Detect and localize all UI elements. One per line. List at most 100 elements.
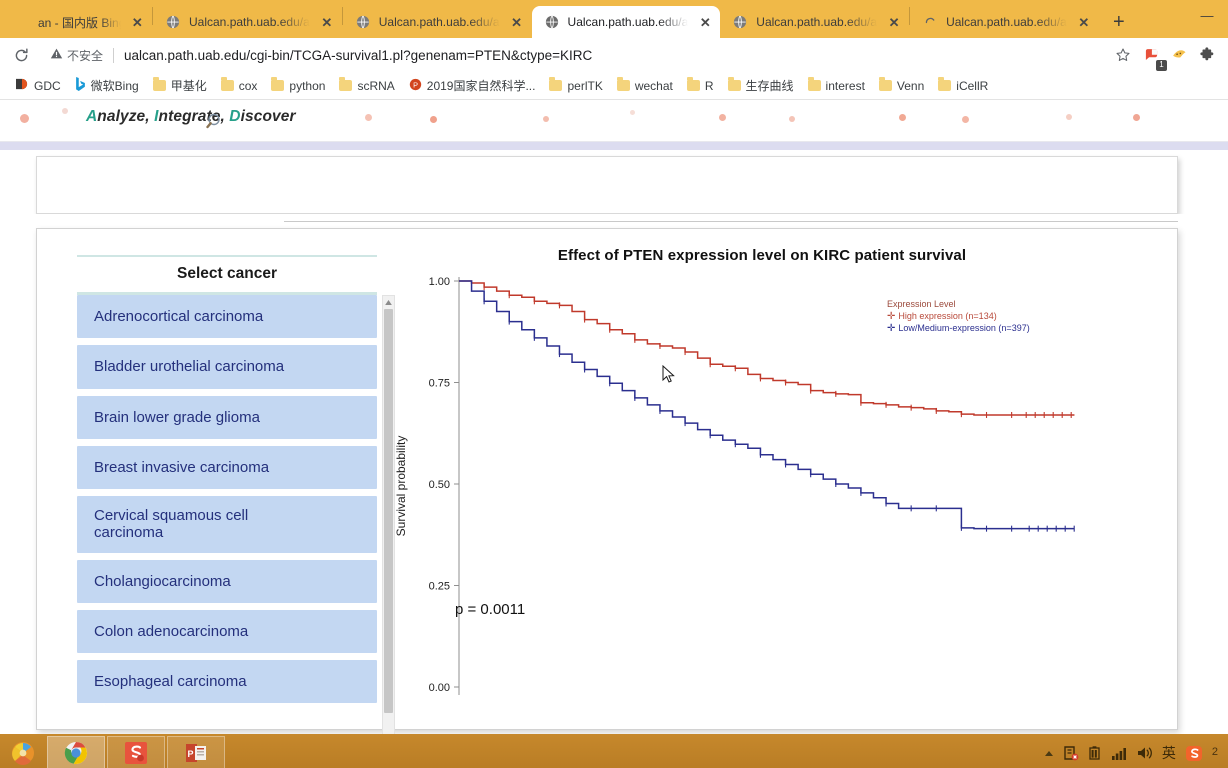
minimize-button[interactable]: — (1192, 2, 1222, 28)
security-label: 不安全 (67, 48, 104, 63)
bookmark-folder-jihuahua[interactable]: 甲基化 (146, 74, 214, 97)
taskbar-app-snagit[interactable] (107, 736, 165, 768)
cancer-list: Adrenocortical carcinoma Bladder urothel… (77, 295, 395, 734)
network-error-icon[interactable] (1063, 745, 1079, 761)
decoration-dot (365, 114, 372, 121)
tab-title: Ualcan.path.uab.edu/a (946, 15, 1067, 29)
svg-text:0.75: 0.75 (429, 378, 450, 390)
tagline-d: D (229, 108, 241, 125)
bookmark-folder-scrna[interactable]: scRNA (332, 76, 401, 96)
panel-divider (0, 214, 1228, 228)
decoration-dot (62, 108, 68, 114)
tab-close-icon[interactable]: ✕ (510, 15, 524, 29)
bookmark-label: Venn (896, 78, 925, 93)
ime-chinese-icon[interactable]: 英 (1162, 743, 1176, 763)
bookmark-label: python (289, 78, 326, 93)
taskbar-clock[interactable]: 2 (1212, 747, 1218, 759)
taskbar-app-chrome[interactable] (47, 736, 105, 768)
svg-text:0.25: 0.25 (429, 581, 450, 593)
svg-text:P: P (187, 749, 193, 759)
windows-start-icon[interactable] (0, 734, 46, 768)
folder-icon (616, 77, 630, 91)
extensions-puzzle-icon[interactable] (1194, 42, 1220, 68)
bookmark-star-icon[interactable] (1110, 42, 1136, 68)
bookmark-folder-wechat[interactable]: wechat (610, 76, 680, 96)
tab-close-icon[interactable]: ✕ (131, 15, 144, 29)
browser-tab[interactable]: Ualcan.path.uab.edu/a ✕ (720, 6, 910, 38)
sogou-icon[interactable] (1185, 745, 1203, 762)
bookmark-folder-venn[interactable]: Venn (872, 76, 931, 96)
legend-entry-low: ✛ Low/Medium-expression (n=397) (887, 323, 1030, 335)
browser-tab[interactable]: Ualcan.path.uab.edu/a ✕ (910, 6, 1099, 38)
tab-close-icon[interactable]: ✕ (1077, 15, 1091, 29)
bookmark-label: 甲基化 (170, 79, 207, 93)
taskbar-app-powerpoint[interactable]: P (167, 736, 225, 768)
browser-window: an - 国内版 Bing ✕ Ualcan.path.uab.edu/a ✕ … (0, 0, 1228, 768)
battery-icon[interactable] (1088, 746, 1103, 760)
signal-bars-icon[interactable] (1111, 747, 1128, 760)
bookmark-folder-r[interactable]: R (680, 76, 721, 96)
tagline-nalyze: nalyze, (97, 108, 155, 125)
bookmark-folder-survival-curve[interactable]: 生存曲线 (721, 74, 801, 97)
globe-icon (732, 14, 748, 30)
security-warning[interactable]: 不安全 (50, 47, 103, 64)
p-value-annotation: p = 0.0011 (455, 601, 526, 618)
reload-icon[interactable] (8, 42, 34, 68)
bookmark-folder-python[interactable]: python (264, 76, 332, 96)
tagline-a: A (86, 108, 98, 125)
address-bar[interactable]: 不安全 ualcan.path.uab.edu/cgi-bin/TCGA-sur… (40, 42, 1104, 68)
windows-taskbar: P 英 2 (0, 734, 1228, 768)
cancer-item-colon[interactable]: Colon adenocarcinoma (77, 609, 377, 653)
volume-icon[interactable] (1137, 746, 1153, 760)
bookmark-folder-icellr[interactable]: iCellR (931, 76, 995, 96)
header-accent-band (0, 142, 1228, 150)
y-axis-label-group: Survival probability (394, 436, 408, 537)
powerpoint-icon: P (409, 78, 422, 94)
browser-toolbar: 不安全 ualcan.path.uab.edu/cgi-bin/TCGA-sur… (0, 38, 1228, 72)
browser-tab[interactable]: Ualcan.path.uab.edu/a ✕ (342, 6, 532, 38)
tab-title: Ualcan.path.uab.edu/a (756, 15, 878, 29)
decoration-dot (789, 116, 795, 122)
bookmark-label: interest (825, 78, 865, 93)
bookmark-2019-nsfc[interactable]: P 2019国家自然科学... (402, 74, 543, 97)
extension-icon-1[interactable]: 1 (1138, 42, 1167, 71)
cancer-item-esophageal[interactable]: Esophageal carcinoma (77, 660, 377, 704)
cancer-item-breast[interactable]: Breast invasive carcinoma (77, 445, 377, 489)
decoration-dot (630, 110, 635, 115)
legend-marker-low: ✛ (887, 322, 896, 334)
cancer-item-adrenocortical[interactable]: Adrenocortical carcinoma (77, 295, 377, 339)
bookmark-bing[interactable]: 微软Bing (68, 74, 146, 97)
decoration-dot (1133, 114, 1140, 121)
folder-icon (938, 77, 952, 91)
chart-legend: Expression Level ✛ High expression (n=13… (887, 299, 1030, 335)
cancer-selector: Select cancer Adrenocortical carcinoma B… (77, 255, 395, 734)
browser-tab-active[interactable]: Ualcan.path.uab.edu/a ✕ (531, 6, 721, 38)
loading-spinner-icon (922, 14, 938, 30)
cancer-item-bladder[interactable]: Bladder urothelial carcinoma (77, 345, 377, 389)
tab-close-icon[interactable]: ✕ (698, 15, 712, 29)
bookmark-gdc[interactable]: GDC (8, 75, 68, 96)
cancer-item-cholangio[interactable]: Cholangiocarcinoma (77, 559, 377, 603)
tray-chevron-up-icon[interactable] (1044, 750, 1054, 757)
bing-icon (75, 77, 86, 94)
window-controls: — (1192, 0, 1222, 30)
bookmark-label: scRNA (357, 78, 395, 93)
legend-label-high: High expression (n=134) (898, 310, 997, 321)
folder-icon (339, 77, 353, 91)
browser-tab[interactable]: an - 国内版 Bing ✕ (2, 6, 152, 38)
cancer-item-cervical[interactable]: Cervical squamous cell carcinoma (77, 496, 377, 553)
cancer-item-brain-lgg[interactable]: Brain lower grade glioma (77, 395, 377, 439)
folder-icon (878, 77, 892, 91)
new-tab-button[interactable]: + (1105, 8, 1133, 36)
extension-icon-2[interactable] (1166, 42, 1192, 68)
tab-close-icon[interactable]: ✕ (887, 15, 901, 29)
bookmark-folder-perltk[interactable]: perlTK (542, 76, 609, 96)
bookmark-folder-interest[interactable]: interest (801, 76, 872, 96)
folder-icon (271, 77, 285, 91)
tab-title: Ualcan.path.uab.edu/a (567, 15, 689, 29)
bookmark-folder-cox[interactable]: cox (214, 76, 265, 96)
extension-badge: 1 (1156, 60, 1167, 71)
tab-close-icon[interactable]: ✕ (320, 15, 334, 29)
folder-icon (220, 77, 234, 91)
browser-tab[interactable]: Ualcan.path.uab.edu/a ✕ (153, 6, 342, 38)
